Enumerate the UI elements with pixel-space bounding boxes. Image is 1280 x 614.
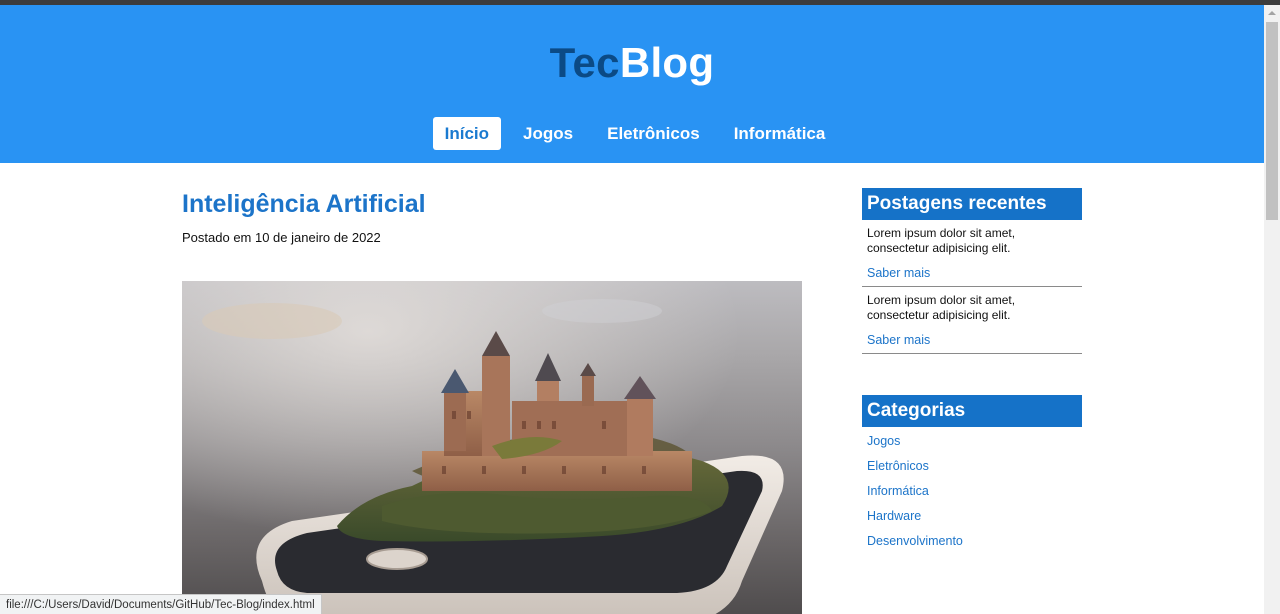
- read-more-link[interactable]: Saber mais: [867, 266, 1077, 280]
- page-viewport: TecBlog Início Jogos Eletrônicos Informá…: [0, 5, 1264, 614]
- read-more-link[interactable]: Saber mais: [867, 333, 1077, 347]
- recent-post-excerpt: Lorem ipsum dolor sit amet, consectetur …: [867, 226, 1016, 255]
- sidebar: Postagens recentes Lorem ipsum dolor sit…: [862, 188, 1082, 554]
- category-link-eletronicos[interactable]: Eletrônicos: [862, 454, 1082, 479]
- categories-heading: Categorias: [862, 395, 1082, 427]
- castle-on-phone-image: [182, 281, 802, 614]
- recent-post-item: Lorem ipsum dolor sit amet, consectetur …: [862, 287, 1082, 354]
- post-date: Postado em 10 de janeiro de 2022: [182, 230, 381, 245]
- category-link-informatica[interactable]: Informática: [862, 479, 1082, 504]
- site-logo[interactable]: TecBlog: [0, 39, 1264, 87]
- nav-item-inicio[interactable]: Início: [432, 117, 502, 150]
- categories-list: Jogos Eletrônicos Informática Hardware D…: [862, 427, 1082, 554]
- site-header: TecBlog Início Jogos Eletrônicos Informá…: [0, 5, 1264, 163]
- scrollbar-thumb[interactable]: [1266, 22, 1278, 220]
- category-link-desenvolvimento[interactable]: Desenvolvimento: [862, 529, 1082, 554]
- category-link-hardware[interactable]: Hardware: [862, 504, 1082, 529]
- post-image: [182, 281, 802, 614]
- logo-part-blog: Blog: [619, 39, 715, 86]
- recent-post-item: Lorem ipsum dolor sit amet, consectetur …: [862, 220, 1082, 287]
- recent-posts-heading: Postagens recentes: [862, 188, 1082, 220]
- vertical-scrollbar[interactable]: [1264, 5, 1280, 614]
- nav-item-jogos[interactable]: Jogos: [511, 117, 585, 150]
- category-link-jogos[interactable]: Jogos: [862, 429, 1082, 454]
- scroll-up-arrow-icon[interactable]: [1264, 5, 1280, 21]
- logo-part-tec: Tec: [549, 39, 620, 86]
- nav-item-eletronicos[interactable]: Eletrônicos: [595, 117, 712, 150]
- blog-post: Inteligência Artificial Postado em 10 de…: [182, 188, 802, 614]
- main-nav: Início Jogos Eletrônicos Informática: [0, 117, 1264, 150]
- browser-status-bar: file:///C:/Users/David/Documents/GitHub/…: [0, 594, 322, 614]
- categories-block: Categorias Jogos Eletrônicos Informática…: [862, 395, 1082, 554]
- nav-item-informatica[interactable]: Informática: [722, 117, 838, 150]
- post-title[interactable]: Inteligência Artificial: [182, 188, 802, 220]
- recent-post-excerpt: Lorem ipsum dolor sit amet, consectetur …: [867, 293, 1016, 322]
